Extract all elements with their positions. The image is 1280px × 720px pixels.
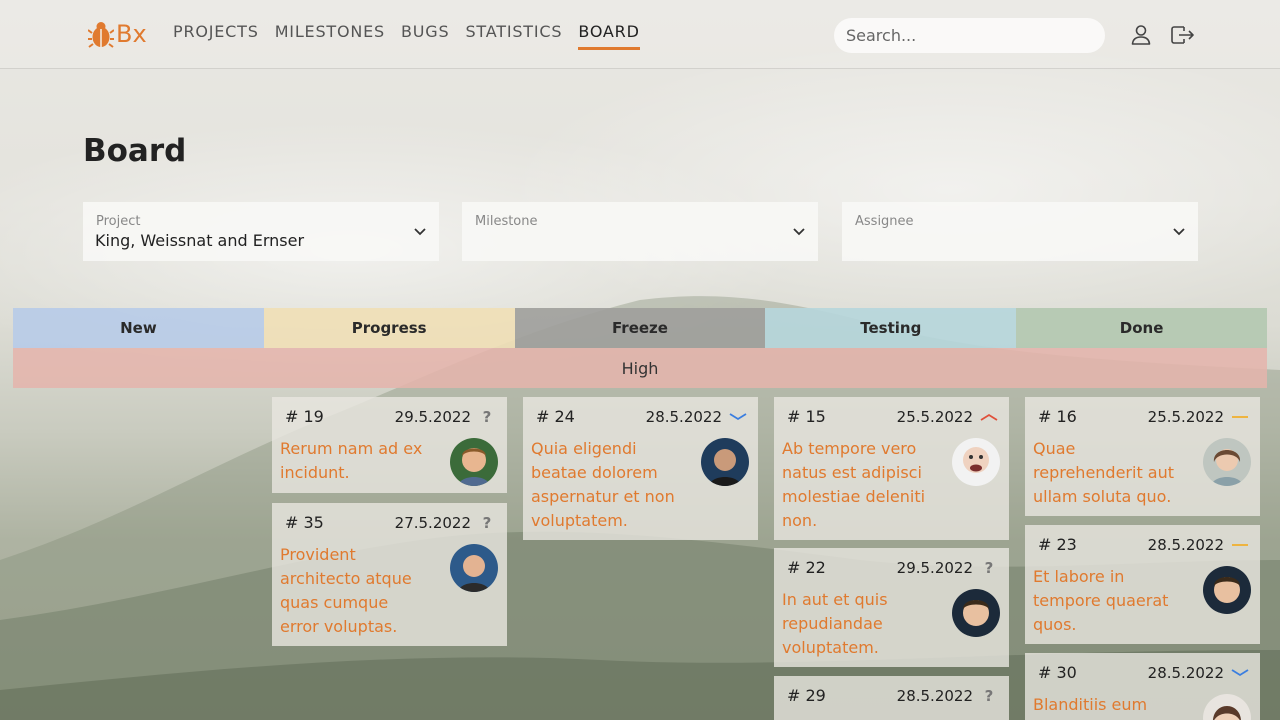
chevron-down-icon: [1173, 228, 1185, 236]
nav-bugs[interactable]: BUGS: [401, 22, 449, 50]
bug-card[interactable]: # 35 27.5.2022 ? Provident architecto at…: [272, 503, 507, 646]
bug-date: 25.5.2022: [1147, 408, 1224, 426]
bug-date: 28.5.2022: [1147, 664, 1224, 682]
bug-card[interactable]: # 30 28.5.2022 Blanditiis eum: [1025, 653, 1260, 720]
bug-card[interactable]: # 22 29.5.2022 ? In aut et quis repudian…: [774, 548, 1009, 667]
project-select-value: King, Weissnat and Ernser: [95, 231, 305, 250]
avatar: [1203, 566, 1251, 614]
priority-medium-icon: [1232, 416, 1248, 418]
nav-milestones[interactable]: MILESTONES: [275, 22, 385, 50]
chevron-down-icon: [414, 228, 426, 236]
logout-icon[interactable]: [1169, 22, 1195, 48]
priority-high-icon: [980, 413, 998, 421]
bug-title: Rerum nam ad ex incidunt.: [280, 439, 423, 482]
page-title: Board: [83, 133, 187, 169]
column-progress: Progress: [263, 308, 515, 348]
avatar: [952, 589, 1000, 637]
avatar: [450, 438, 498, 486]
column-testing: Testing: [765, 308, 1017, 348]
milestone-select-label: Milestone: [475, 214, 538, 229]
bug-number: # 23: [1038, 535, 1077, 554]
top-header: Bx PROJECTS MILESTONES BUGS STATISTICS B…: [0, 0, 1280, 69]
bug-number: # 24: [536, 407, 575, 426]
project-select[interactable]: Project King, Weissnat and Ernser: [83, 202, 439, 261]
board-columns: New Progress Freeze Testing Done: [13, 308, 1267, 348]
bug-icon: [88, 22, 114, 48]
column-done: Done: [1016, 308, 1267, 348]
chevron-down-icon: [793, 228, 805, 236]
column-new: New: [13, 308, 264, 348]
column-freeze: Freeze: [514, 308, 766, 348]
bug-title: Provident architecto atque quas cumque e…: [280, 545, 412, 636]
avatar: [1203, 694, 1251, 720]
bug-card[interactable]: # 16 25.5.2022 Quae reprehenderit aut ul…: [1025, 397, 1260, 516]
column-label: New: [120, 319, 157, 337]
project-select-label: Project: [96, 214, 141, 229]
nav-projects[interactable]: PROJECTS: [173, 22, 259, 50]
bug-card[interactable]: # 15 25.5.2022 Ab tempore vero natus est…: [774, 397, 1009, 540]
priority-unknown-icon: ?: [984, 687, 994, 705]
assignee-select-label: Assignee: [855, 214, 914, 229]
priority-unknown-icon: ?: [984, 559, 994, 577]
avatar: [701, 438, 749, 486]
bug-title: Quae reprehenderit aut ullam soluta quo.: [1033, 439, 1175, 506]
bug-number: # 15: [787, 407, 826, 426]
bug-title: Blanditiis eum: [1033, 695, 1148, 714]
milestone-select[interactable]: Milestone: [462, 202, 818, 261]
priority-group-high: High: [13, 348, 1267, 388]
avatar: [450, 544, 498, 592]
bug-date: 28.5.2022: [1147, 536, 1224, 554]
avatar: [1203, 438, 1251, 486]
bug-title: In aut et quis repudiandae voluptatem.: [782, 590, 888, 657]
bug-number: # 30: [1038, 663, 1077, 682]
column-label: Freeze: [612, 319, 668, 337]
bug-card[interactable]: # 19 29.5.2022 ? Rerum nam ad ex incidun…: [272, 397, 507, 493]
column-label: Progress: [351, 319, 427, 337]
priority-low-icon: [1231, 669, 1249, 677]
bug-date: 29.5.2022: [394, 408, 471, 426]
user-icon[interactable]: [1128, 22, 1154, 48]
priority-unknown-icon: ?: [482, 408, 492, 426]
bug-title: Quia eligendi beatae dolorem aspernatur …: [531, 439, 675, 530]
bug-date: 28.5.2022: [896, 687, 973, 705]
bug-title: Et labore in tempore quaerat quos.: [1033, 567, 1169, 634]
priority-low-icon: [729, 413, 747, 421]
nav-board[interactable]: BOARD: [578, 22, 640, 50]
bug-date: 27.5.2022: [394, 514, 471, 532]
bug-number: # 35: [285, 513, 324, 532]
logo-text: Bx: [116, 20, 147, 48]
app-logo[interactable]: Bx: [88, 19, 147, 49]
bug-date: 25.5.2022: [896, 408, 973, 426]
bug-card[interactable]: # 23 28.5.2022 Et labore in tempore quae…: [1025, 525, 1260, 644]
bug-date: 28.5.2022: [645, 408, 722, 426]
bug-card[interactable]: # 29 28.5.2022 ?: [774, 676, 1009, 720]
bug-date: 29.5.2022: [896, 559, 973, 577]
priority-unknown-icon: ?: [482, 514, 492, 532]
priority-medium-icon: [1232, 544, 1248, 546]
assignee-select[interactable]: Assignee: [842, 202, 1198, 261]
bug-card[interactable]: # 24 28.5.2022 Quia eligendi beatae dolo…: [523, 397, 758, 540]
bug-number: # 19: [285, 407, 324, 426]
avatar: [952, 438, 1000, 486]
search-input[interactable]: [834, 18, 1105, 53]
column-label: Testing: [860, 319, 922, 337]
nav-statistics[interactable]: STATISTICS: [465, 22, 562, 50]
main-nav: PROJECTS MILESTONES BUGS STATISTICS BOAR…: [173, 22, 656, 50]
bug-number: # 22: [787, 558, 826, 577]
bug-title: Ab tempore vero natus est adipisci moles…: [782, 439, 926, 530]
column-label: Done: [1119, 319, 1164, 337]
bug-number: # 16: [1038, 407, 1077, 426]
bug-number: # 29: [787, 686, 826, 705]
